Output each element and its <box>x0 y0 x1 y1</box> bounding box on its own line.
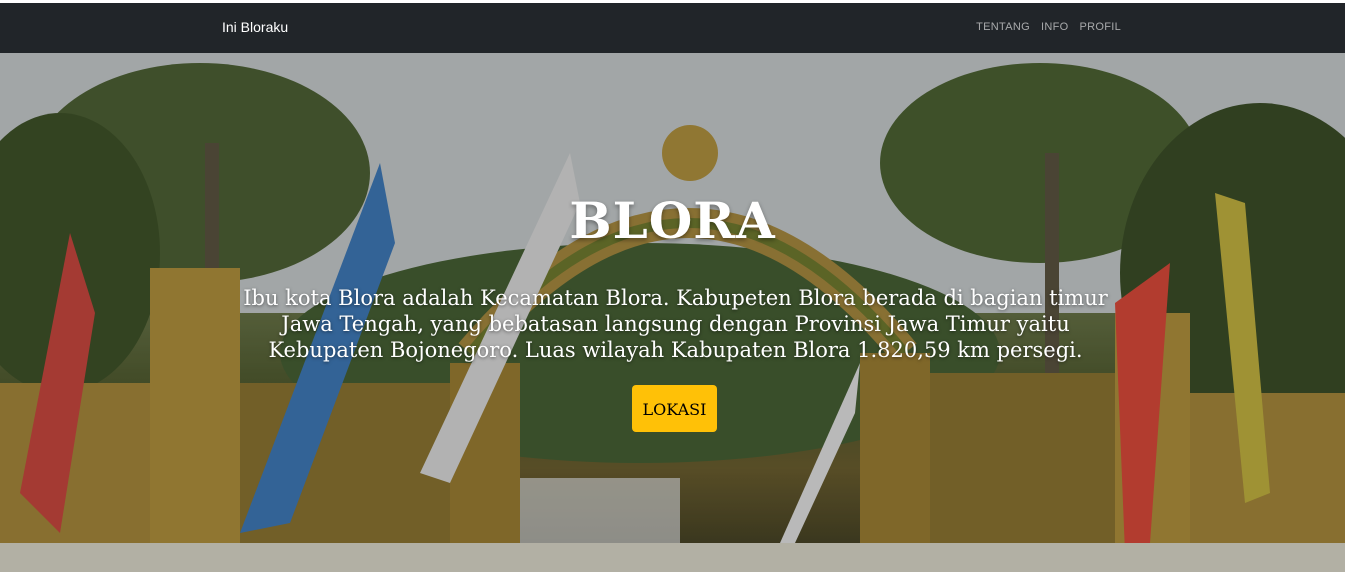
nav-link-info[interactable]: INFO <box>1041 21 1068 33</box>
nav-link-profil[interactable]: PROFIL <box>1079 21 1121 33</box>
hero-title: BLORA <box>569 191 776 250</box>
lokasi-button[interactable]: LOKASI <box>632 385 717 432</box>
hero-section: BLORA Ibu kota Blora adalah Kecamatan Bl… <box>0 53 1345 572</box>
brand-link[interactable]: Ini Bloraku <box>222 19 288 35</box>
bottom-edge <box>0 572 1345 576</box>
hero-description: Ibu kota Blora adalah Kecamatan Blora. K… <box>243 286 1108 362</box>
nav-link-tentang[interactable]: TENTANG <box>976 21 1030 33</box>
navbar: Ini Bloraku TENTANG INFO PROFIL <box>0 3 1345 53</box>
nav-links: TENTANG INFO PROFIL <box>976 21 1121 33</box>
